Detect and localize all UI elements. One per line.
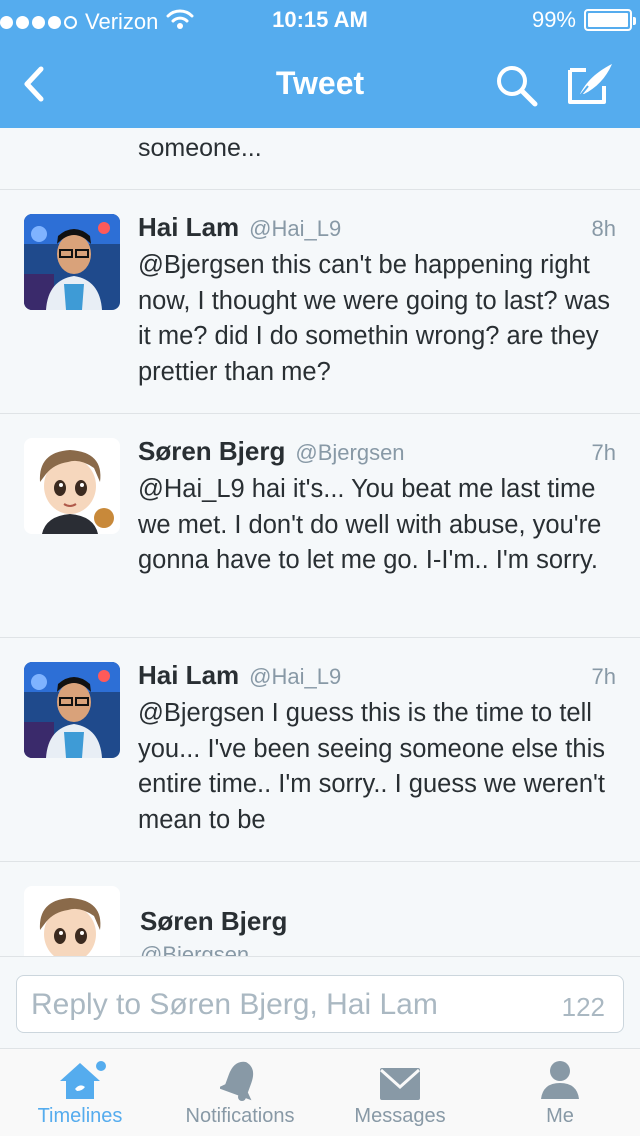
partial-tweet-top[interactable]: someone...: [0, 128, 640, 190]
tweet-text: @Hai_L9 hai it's... You beat me last tim…: [138, 475, 602, 574]
tweet-author-name[interactable]: Søren Bjerg: [138, 436, 285, 467]
tweet-author-name[interactable]: Søren Bjerg: [140, 906, 287, 937]
search-button[interactable]: [493, 62, 543, 112]
header: Verizon 10:15 AM 99% Tweet: [0, 0, 640, 128]
tab-me[interactable]: Me: [500, 1049, 620, 1136]
reply-placeholder: Reply to Søren Bjerg, Hai Lam: [31, 988, 438, 1021]
reply-bar: Reply to Søren Bjerg, Hai Lam 122: [0, 956, 640, 1048]
character-count: 122: [561, 992, 605, 1022]
tweet-timestamp: 8h: [591, 216, 616, 241]
avatar-soren-bjerg[interactable]: [24, 886, 120, 956]
compose-icon: [568, 64, 612, 104]
tweet-text: @Bjergsen this can't be happening right …: [138, 251, 611, 386]
tweet-timestamp: 7h: [591, 664, 616, 689]
nav-bar: Tweet: [0, 40, 640, 128]
tweet-author-handle[interactable]: @Bjergsen: [140, 942, 249, 956]
tweet-author-name[interactable]: Hai Lam: [138, 212, 239, 243]
compose-button[interactable]: [566, 60, 622, 110]
reply-input[interactable]: Reply to Søren Bjerg, Hai Lam 122: [16, 975, 624, 1033]
tweet-author-name[interactable]: Hai Lam: [138, 660, 239, 691]
tweet-text: someone...: [138, 134, 262, 162]
tab-bar: Timelines Notifications Messages Me: [0, 1048, 640, 1136]
envelope-icon: [379, 1068, 421, 1100]
tab-label: Timelines: [37, 1105, 123, 1127]
status-bar: Verizon 10:15 AM 99%: [0, 0, 640, 40]
tweet-author-handle[interactable]: @Bjergsen: [295, 440, 404, 466]
page-title: Tweet: [275, 65, 365, 101]
avatar-hai-lam[interactable]: [24, 214, 120, 310]
bell-icon: [220, 1061, 254, 1101]
search-icon: [497, 66, 538, 107]
tab-label: Messages: [354, 1105, 446, 1127]
tweet-timestamp: 7h: [591, 440, 616, 465]
focused-tweet[interactable]: Søren Bjerg @Bjergsen: [0, 862, 640, 956]
tweet-item[interactable]: Hai Lam @Hai_L9 8h @Bjergsen this can't …: [0, 190, 640, 414]
battery-icon: [584, 9, 636, 31]
tab-label: Me: [546, 1105, 574, 1127]
avatar-soren-bjerg[interactable]: [24, 438, 120, 534]
new-content-dot: [96, 1061, 106, 1071]
avatar-hai-lam[interactable]: [24, 662, 120, 758]
tab-messages[interactable]: Messages: [340, 1049, 460, 1136]
tweet-item[interactable]: Hai Lam @Hai_L9 7h @Bjergsen I guess thi…: [0, 638, 640, 862]
tweet-thread: someone... Hai Lam @Hai_L9 8h @Bjergsen …: [0, 128, 640, 956]
tweet-text: @Bjergsen I guess this is the time to te…: [138, 699, 605, 834]
tab-label: Notifications: [185, 1105, 295, 1127]
person-icon: [541, 1061, 579, 1099]
battery-percent: 99%: [531, 7, 576, 32]
tweet-author-handle[interactable]: @Hai_L9: [249, 216, 341, 242]
tab-notifications[interactable]: Notifications: [170, 1049, 310, 1136]
tweet-author-handle[interactable]: @Hai_L9: [249, 664, 341, 690]
tweet-item[interactable]: Søren Bjerg @Bjergsen 7h @Hai_L9 hai it'…: [0, 414, 640, 638]
tab-timelines[interactable]: Timelines: [20, 1049, 140, 1136]
